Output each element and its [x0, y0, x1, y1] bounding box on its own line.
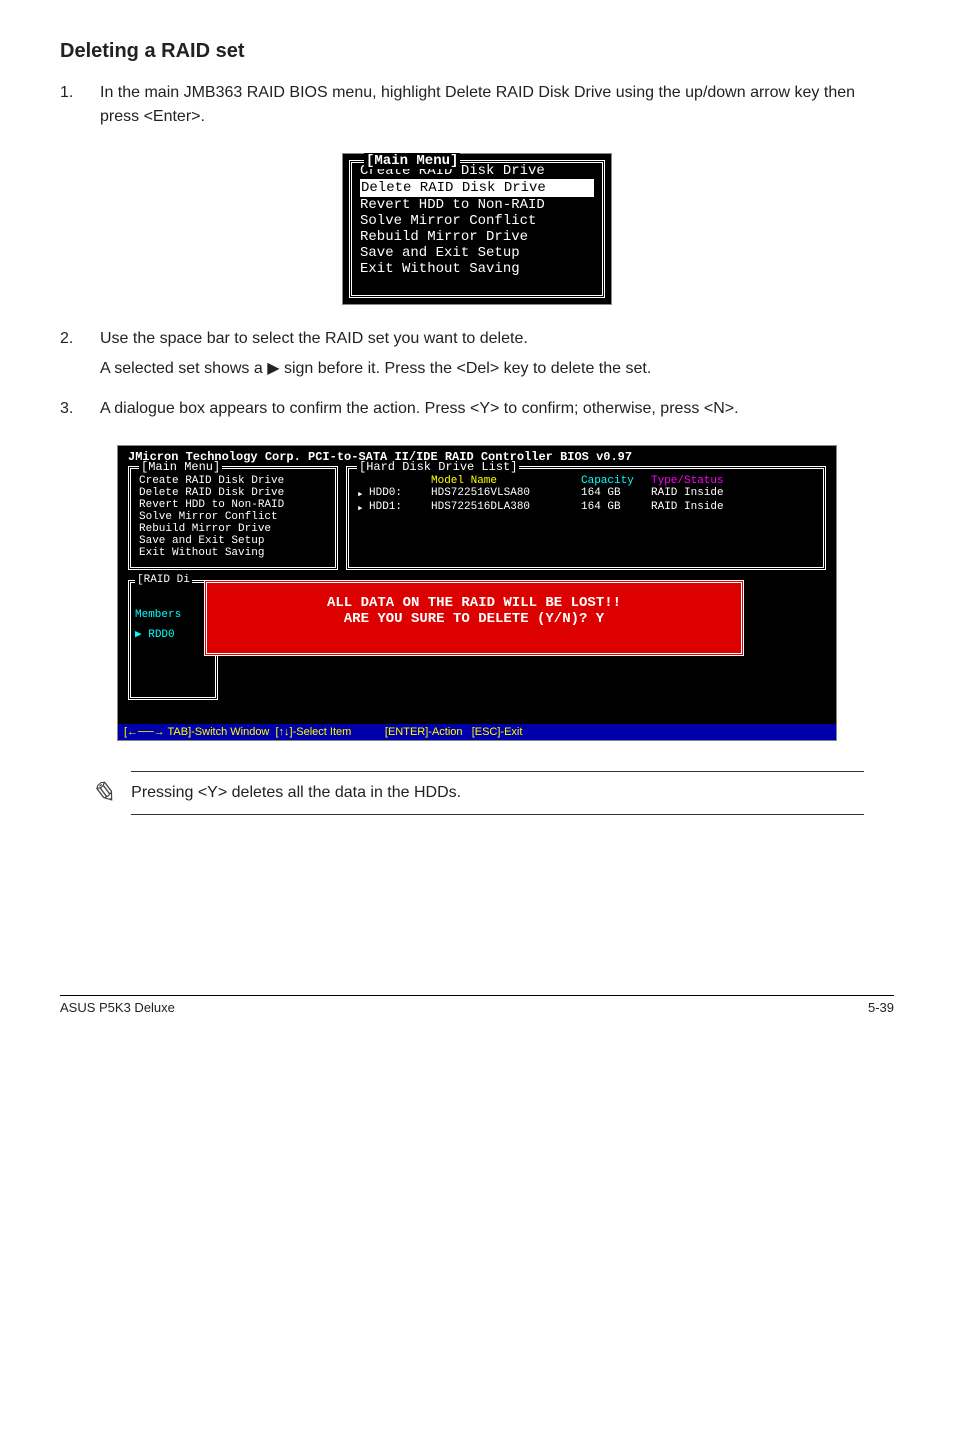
- bios-raid-legend: [RAID Di: [135, 574, 192, 586]
- bios-main-menu-legend: [Main Menu]: [139, 460, 222, 474]
- page-footer-right: 5-39: [868, 1000, 894, 1015]
- hdd-header-status: Type/Status: [651, 475, 751, 487]
- bios-raid-rdd-label: RDD0: [148, 629, 174, 641]
- bios-main-menu-item: Create RAID Disk Drive: [139, 475, 327, 487]
- section-title: Deleting a RAID set: [60, 40, 894, 63]
- page-footer-left: ASUS P5K3 Deluxe: [60, 1000, 175, 1015]
- hdd-row-name: HDD0:: [369, 487, 431, 501]
- bios-dialog-line-1: ALL DATA ON THE RAID WILL BE LOST!!: [217, 595, 731, 611]
- bios-hdd-list-box: [Hard Disk Drive List] Model Name Capaci…: [346, 466, 826, 570]
- bios-screenshot: JMicron Technology Corp. PCI-to-SATA II/…: [117, 445, 837, 741]
- bios-raid-rdd-arrow-icon: ▶: [135, 629, 142, 641]
- hdd-row-model: HDS722516DLA380: [431, 501, 581, 515]
- main-menu-screenshot: [Main Menu] Create RAID Disk Drive Delet…: [342, 153, 612, 305]
- main-menu-item: Exit Without Saving: [360, 261, 594, 277]
- main-menu-item: Revert HDD to Non-RAID: [360, 197, 594, 213]
- main-menu-item: Rebuild Mirror Drive: [360, 229, 594, 245]
- step-2-text-b: A selected set shows a ▶ sign before it.…: [100, 357, 894, 381]
- bios-confirm-dialog: ALL DATA ON THE RAID WILL BE LOST!! ARE …: [204, 580, 744, 656]
- bios-main-menu-item: Solve Mirror Conflict: [139, 511, 327, 523]
- note-block: ✎ Pressing <Y> deletes all the data in t…: [90, 771, 864, 815]
- bios-main-menu-item: Rebuild Mirror Drive: [139, 523, 327, 535]
- main-menu-legend: [Main Menu]: [364, 153, 460, 169]
- hdd-row-capacity: 164 GB: [581, 487, 651, 501]
- step-2-text-a: Use the space bar to select the RAID set…: [100, 327, 894, 351]
- hdd-row-status: RAID Inside: [651, 487, 751, 501]
- bios-main-menu-item: Delete RAID Disk Drive: [139, 487, 327, 499]
- hdd-row-name: HDD1:: [369, 501, 431, 515]
- step-3-text: A dialogue box appears to confirm the ac…: [100, 397, 894, 421]
- step-number-3: 3.: [60, 397, 100, 427]
- hdd-header-model: Model Name: [431, 475, 581, 487]
- hdd-row-model: HDS722516VLSA80: [431, 487, 581, 501]
- bios-main-menu-item: Revert HDD to Non-RAID: [139, 499, 327, 511]
- bios-main-menu-box: [Main Menu] Create RAID Disk Drive Delet…: [128, 466, 338, 570]
- step-1-text: In the main JMB363 RAID BIOS menu, highl…: [100, 81, 894, 129]
- bios-hdd-legend: [Hard Disk Drive List]: [357, 460, 519, 474]
- bios-main-menu-item: Exit Without Saving: [139, 547, 327, 559]
- main-menu-item-selected: Delete RAID Disk Drive: [360, 179, 594, 197]
- step-number-2: 2.: [60, 327, 100, 387]
- hdd-row-arrow-icon: ▸: [357, 501, 369, 515]
- hdd-row-capacity: 164 GB: [581, 501, 651, 515]
- bios-raid-members: Members: [135, 609, 211, 621]
- hdd-row-arrow-icon: ▸: [357, 487, 369, 501]
- main-menu-item: Save and Exit Setup: [360, 245, 594, 261]
- hdd-header-capacity: Capacity: [581, 475, 651, 487]
- bios-footer-keys: [←──→ TAB]-Switch Window [↑↓]-Select Ite…: [118, 724, 836, 740]
- note-text: Pressing <Y> deletes all the data in the…: [131, 771, 864, 815]
- bios-dialog-line-2: ARE YOU SURE TO DELETE (Y/N)? Y: [217, 611, 731, 627]
- hdd-row-status: RAID Inside: [651, 501, 751, 515]
- main-menu-item: Solve Mirror Conflict: [360, 213, 594, 229]
- bios-main-menu-item: Save and Exit Setup: [139, 535, 327, 547]
- note-icon: ✎: [90, 776, 115, 811]
- step-number-1: 1.: [60, 81, 100, 135]
